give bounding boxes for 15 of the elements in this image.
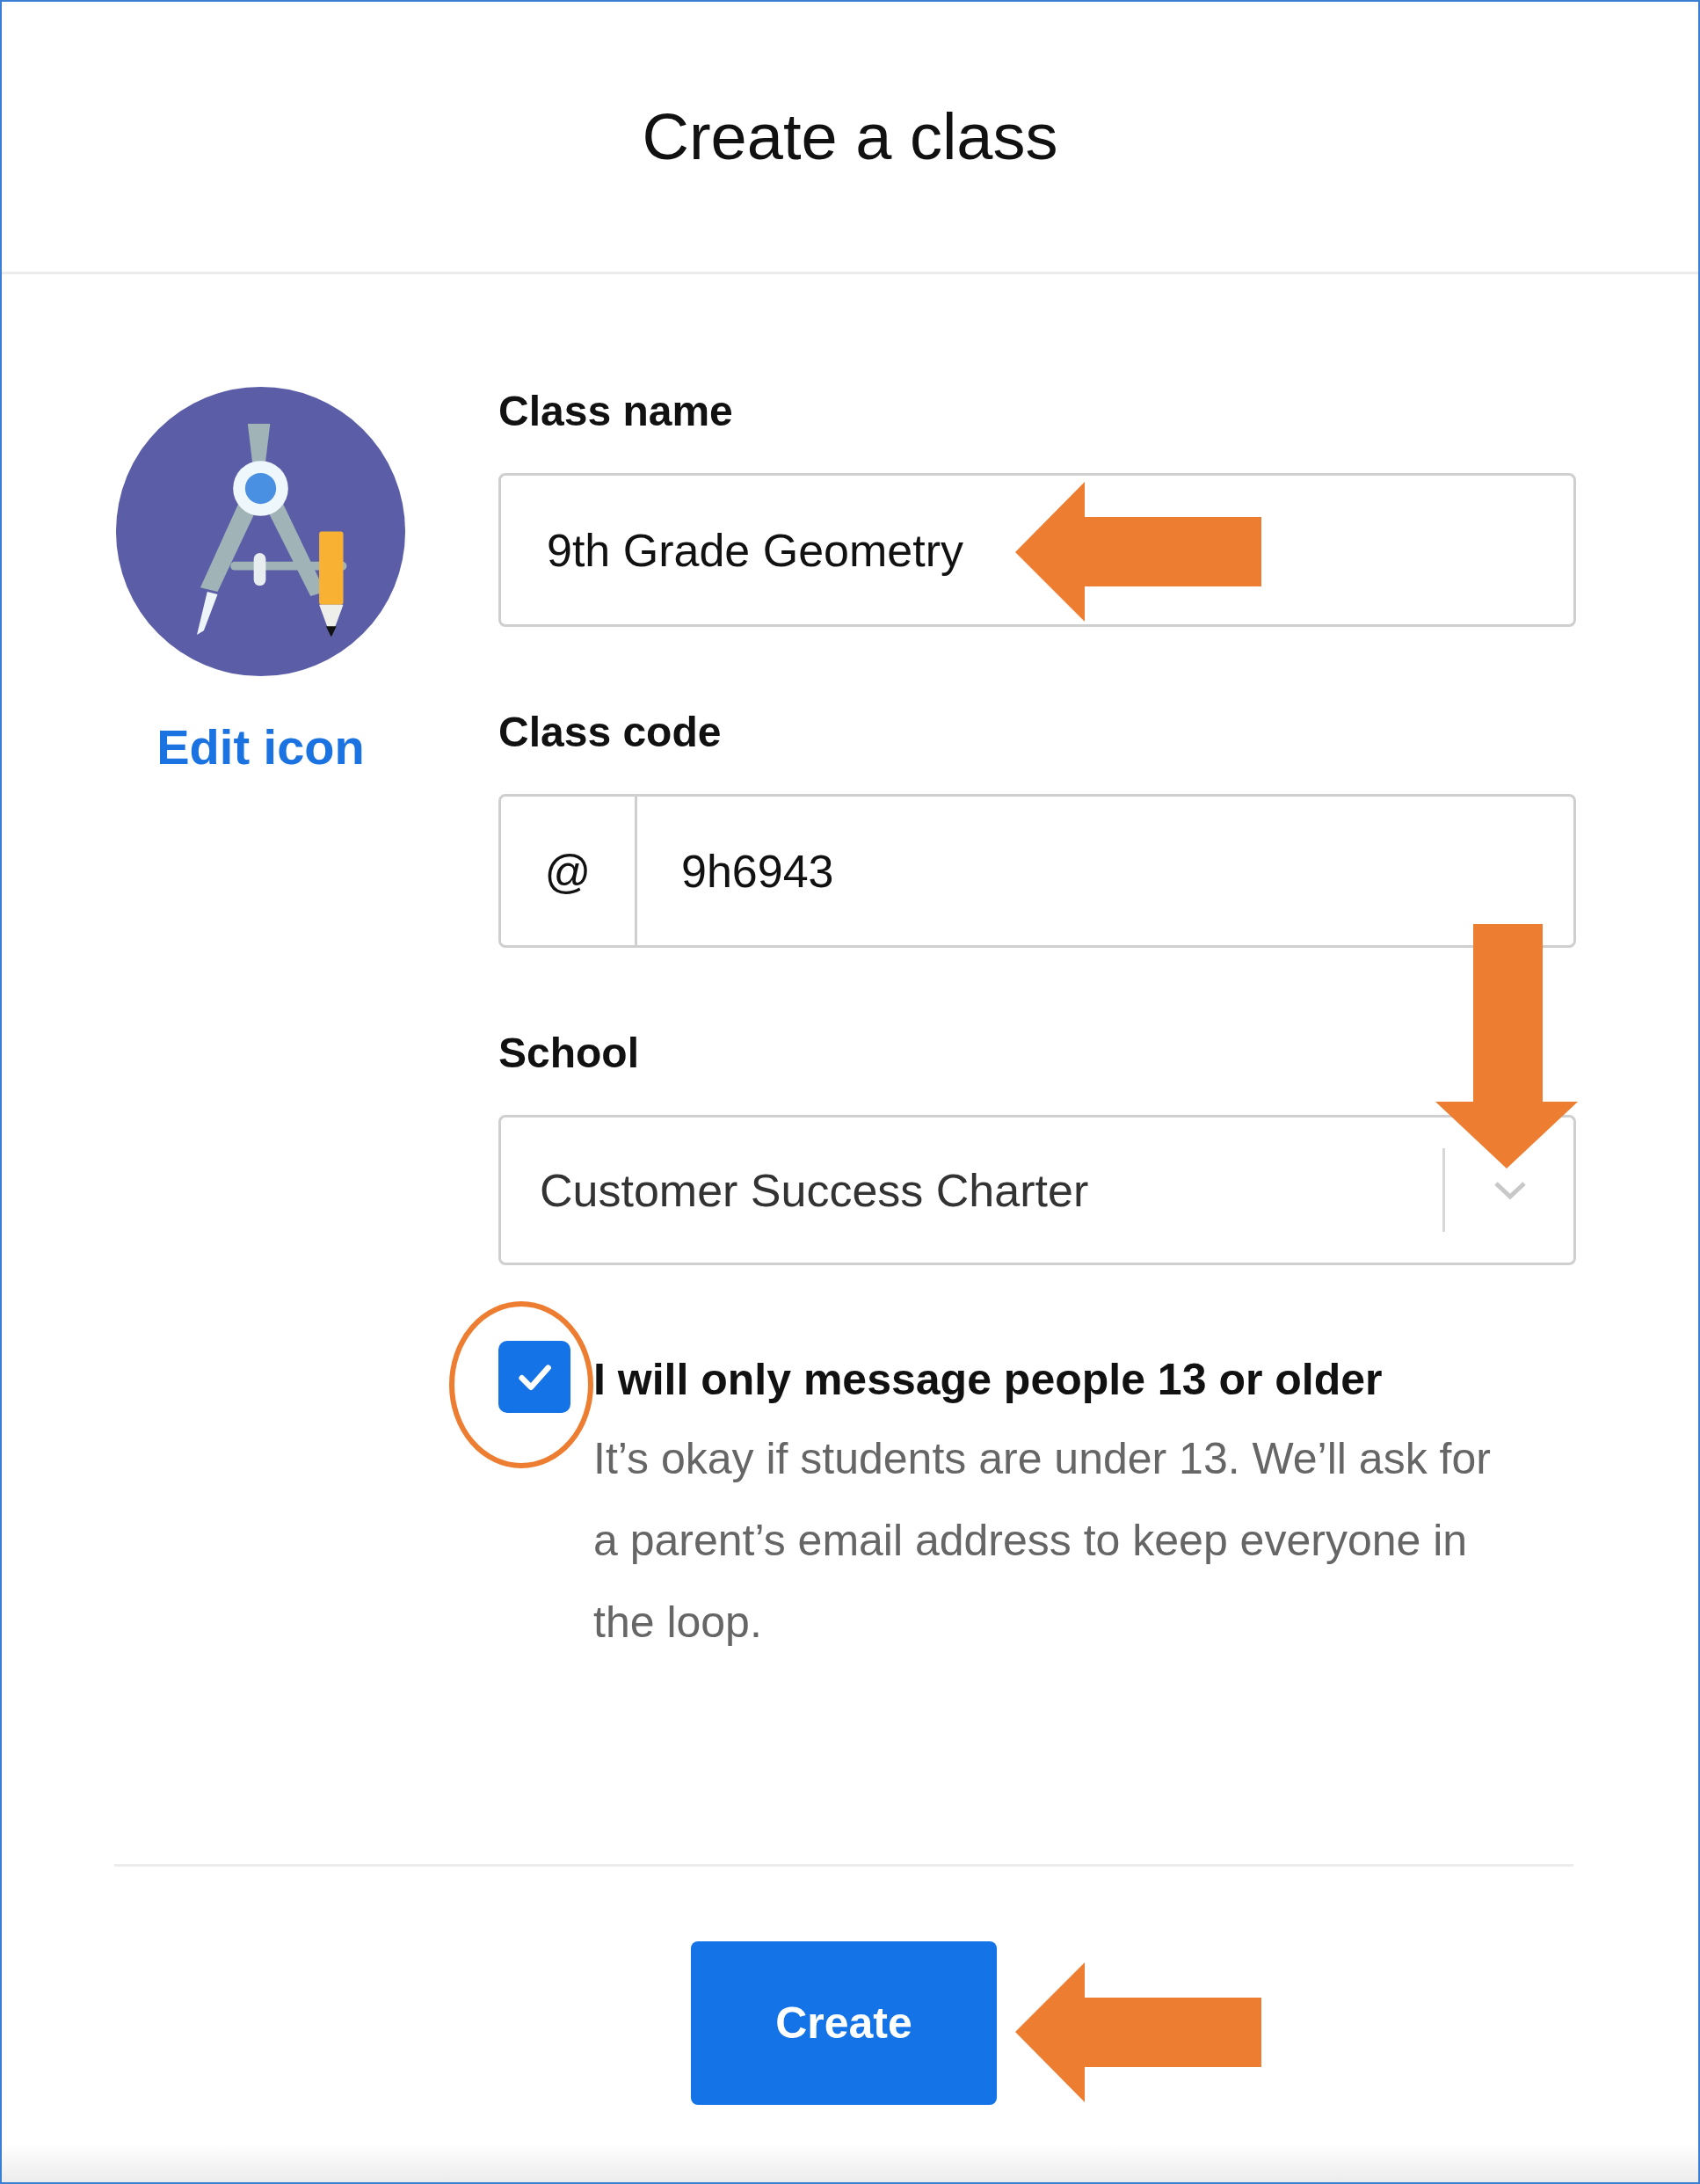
edit-icon-link[interactable]: Edit icon — [156, 718, 365, 775]
school-select[interactable]: Customer Success Charter — [498, 1115, 1576, 1265]
field-label: Class code — [498, 708, 723, 757]
consent-note: It’s okay if students are under 13. We’ll ask for a parent’s email address to keep everyone in the loop. — [593, 1433, 1492, 1649]
consent-label: I will only message people 13 or older — [593, 1354, 1384, 1406]
class-name-field[interactable]: 9th Grade Geometry — [498, 473, 1576, 627]
compass-icon[interactable] — [114, 385, 407, 678]
chevron-down-icon — [1493, 1179, 1528, 1201]
consent-checkbox[interactable] — [498, 1341, 570, 1413]
at-prefix: @ — [498, 794, 637, 948]
field-label: School — [498, 1029, 640, 1078]
class-code-field[interactable]: 9h6943 — [637, 794, 1576, 948]
create-button[interactable]: Create — [691, 1941, 997, 2105]
dialog-title: Create a class — [642, 99, 1058, 174]
field-label: Class name — [498, 387, 734, 436]
